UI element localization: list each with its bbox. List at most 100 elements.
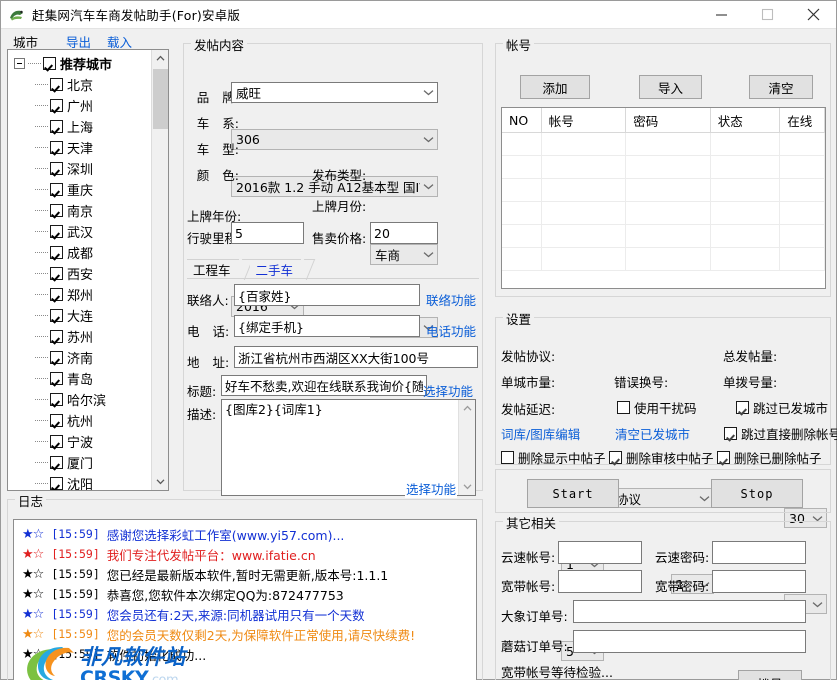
phone-input[interactable]	[234, 315, 420, 337]
mileage-input[interactable]	[231, 222, 304, 244]
tree-checkbox[interactable]	[50, 267, 63, 280]
tree-checkbox[interactable]	[50, 477, 63, 490]
tree-city-node[interactable]: 重庆	[8, 179, 153, 200]
broadband-account-input[interactable]	[558, 570, 642, 593]
contact-input[interactable]	[234, 284, 420, 306]
tree-checkbox[interactable]	[50, 99, 63, 112]
use-noise-checkbox[interactable]: 使用干扰码	[617, 398, 697, 417]
price-input[interactable]	[370, 222, 438, 244]
scroll-down-icon[interactable]	[459, 478, 475, 495]
tree-city-node[interactable]: 南京	[8, 200, 153, 221]
tree-city-node[interactable]: 郑州	[8, 284, 153, 305]
tree-checkbox[interactable]	[50, 414, 63, 427]
tree-checkbox[interactable]	[50, 288, 63, 301]
delete-deleted-checkbox[interactable]: 删除已删除帖子	[717, 448, 822, 467]
tree-checkbox[interactable]	[50, 246, 63, 259]
mushroom-order-input[interactable]	[573, 630, 806, 653]
account-clear-button[interactable]: 清空	[749, 75, 813, 99]
tree-checkbox[interactable]	[50, 120, 63, 133]
tree-city-node[interactable]: 北京	[8, 74, 153, 95]
description-scrollbar[interactable]	[458, 400, 475, 495]
tree-checkbox[interactable]	[50, 183, 63, 196]
minimize-button[interactable]	[698, 1, 744, 28]
tree-city-node[interactable]: 苏州	[8, 326, 153, 347]
brand-combo[interactable]: 威旺	[231, 82, 438, 103]
table-row[interactable]	[502, 202, 825, 225]
tree-lead	[35, 252, 48, 253]
post-title-input[interactable]	[221, 375, 427, 396]
broadband-password-input[interactable]	[712, 570, 806, 593]
skip-posted-checkbox[interactable]: 跳过已发城市	[736, 398, 828, 417]
skip-delete-account-checkbox[interactable]: 跳过直接删除帐号	[724, 424, 837, 443]
dial-button[interactable]: 拨号	[738, 670, 802, 680]
tree-city-node[interactable]: 成都	[8, 242, 153, 263]
city-import-link[interactable]: 载入	[107, 32, 132, 51]
tree-city-node[interactable]: 济南	[8, 347, 153, 368]
table-row[interactable]	[502, 248, 825, 271]
tree-city-node[interactable]: 厦门	[8, 452, 153, 473]
table-row[interactable]	[502, 179, 825, 202]
yunsu-account-input[interactable]	[558, 541, 642, 564]
delete-review-checkbox[interactable]: 删除审核中帖子	[609, 448, 714, 467]
tree-checkbox[interactable]	[50, 78, 63, 91]
scroll-up-icon[interactable]	[459, 400, 475, 417]
tree-checkbox[interactable]	[50, 456, 63, 469]
tree-checkbox[interactable]	[50, 372, 63, 385]
tree-city-node[interactable]: 上海	[8, 116, 153, 137]
account-import-button[interactable]: 导入	[639, 75, 702, 99]
tree-city-node[interactable]: 武汉	[8, 221, 153, 242]
tree-checkbox[interactable]	[50, 393, 63, 406]
stop-button[interactable]: Stop	[711, 479, 803, 508]
account-table[interactable]: NO 帐号 密码 状态 在线	[501, 107, 826, 289]
tab-used-car[interactable]: 二手车	[249, 259, 316, 280]
description-select-link[interactable]: 选择功能	[405, 479, 458, 498]
delete-showing-checkbox[interactable]: 删除显示中帖子	[501, 448, 606, 467]
tree-checkbox[interactable]	[50, 330, 63, 343]
city-tree-scrollbar[interactable]	[151, 50, 168, 490]
tree-city-node[interactable]: 天津	[8, 137, 153, 158]
contact-function-link[interactable]: 联络功能	[426, 290, 476, 309]
tree-root-node[interactable]: 推荐城市	[8, 53, 153, 74]
tree-city-node[interactable]: 沈阳	[8, 473, 153, 490]
elephant-order-input[interactable]	[573, 600, 806, 623]
phone-function-link[interactable]: 电话功能	[426, 321, 476, 340]
address-input[interactable]	[234, 346, 478, 368]
clear-posted-cities-link[interactable]: 清空已发城市	[615, 424, 690, 443]
start-button[interactable]: Start	[527, 479, 619, 508]
series-combo[interactable]: 306	[231, 129, 438, 150]
tree-checkbox[interactable]	[50, 351, 63, 364]
tree-city-node[interactable]: 大连	[8, 305, 153, 326]
tab-label: 工程车	[193, 263, 231, 278]
yunsu-password-input[interactable]	[712, 541, 806, 564]
tree-checkbox[interactable]	[50, 204, 63, 217]
scroll-thumb[interactable]	[153, 69, 168, 129]
tree-city-node[interactable]: 杭州	[8, 410, 153, 431]
tree-checkbox[interactable]	[43, 57, 56, 70]
tree-city-node[interactable]: 哈尔滨	[8, 389, 153, 410]
maximize-button[interactable]	[744, 1, 790, 28]
tree-city-node[interactable]: 广州	[8, 95, 153, 116]
tree-city-node[interactable]: 深圳	[8, 158, 153, 179]
table-row[interactable]	[502, 156, 825, 179]
post-title-select-link[interactable]: 选择功能	[423, 381, 473, 400]
tree-city-node[interactable]: 宁波	[8, 431, 153, 452]
city-tree[interactable]: 推荐城市 北京 广州 上海 天津 深圳 重庆 南京 武汉 成都 西安 郑州 大连 苏州 济南 青岛 哈尔滨 杭州宁…	[7, 49, 169, 491]
account-add-button[interactable]: 添加	[520, 75, 590, 99]
table-row[interactable]	[502, 225, 825, 248]
log-list[interactable]: ★☆ [15:59] 感谢您选择彩虹工作室(www.yi57.com)... ★☆ [1…	[13, 519, 477, 680]
tree-checkbox[interactable]	[50, 141, 63, 154]
table-row[interactable]	[502, 133, 825, 156]
tree-checkbox[interactable]	[50, 225, 63, 238]
tree-city-node[interactable]: 西安	[8, 263, 153, 284]
dict-edit-link[interactable]: 词库/图库编辑	[501, 424, 580, 443]
tree-checkbox[interactable]	[50, 309, 63, 322]
scroll-up-icon[interactable]	[152, 50, 168, 67]
city-export-link[interactable]: 导出	[66, 32, 91, 51]
tab-engineering-vehicle[interactable]: 工程车	[187, 259, 253, 280]
tree-checkbox[interactable]	[50, 435, 63, 448]
tree-city-node[interactable]: 青岛	[8, 368, 153, 389]
close-button[interactable]	[790, 1, 836, 28]
collapse-icon[interactable]	[14, 58, 25, 69]
scroll-down-icon[interactable]	[152, 473, 168, 490]
tree-checkbox[interactable]	[50, 162, 63, 175]
